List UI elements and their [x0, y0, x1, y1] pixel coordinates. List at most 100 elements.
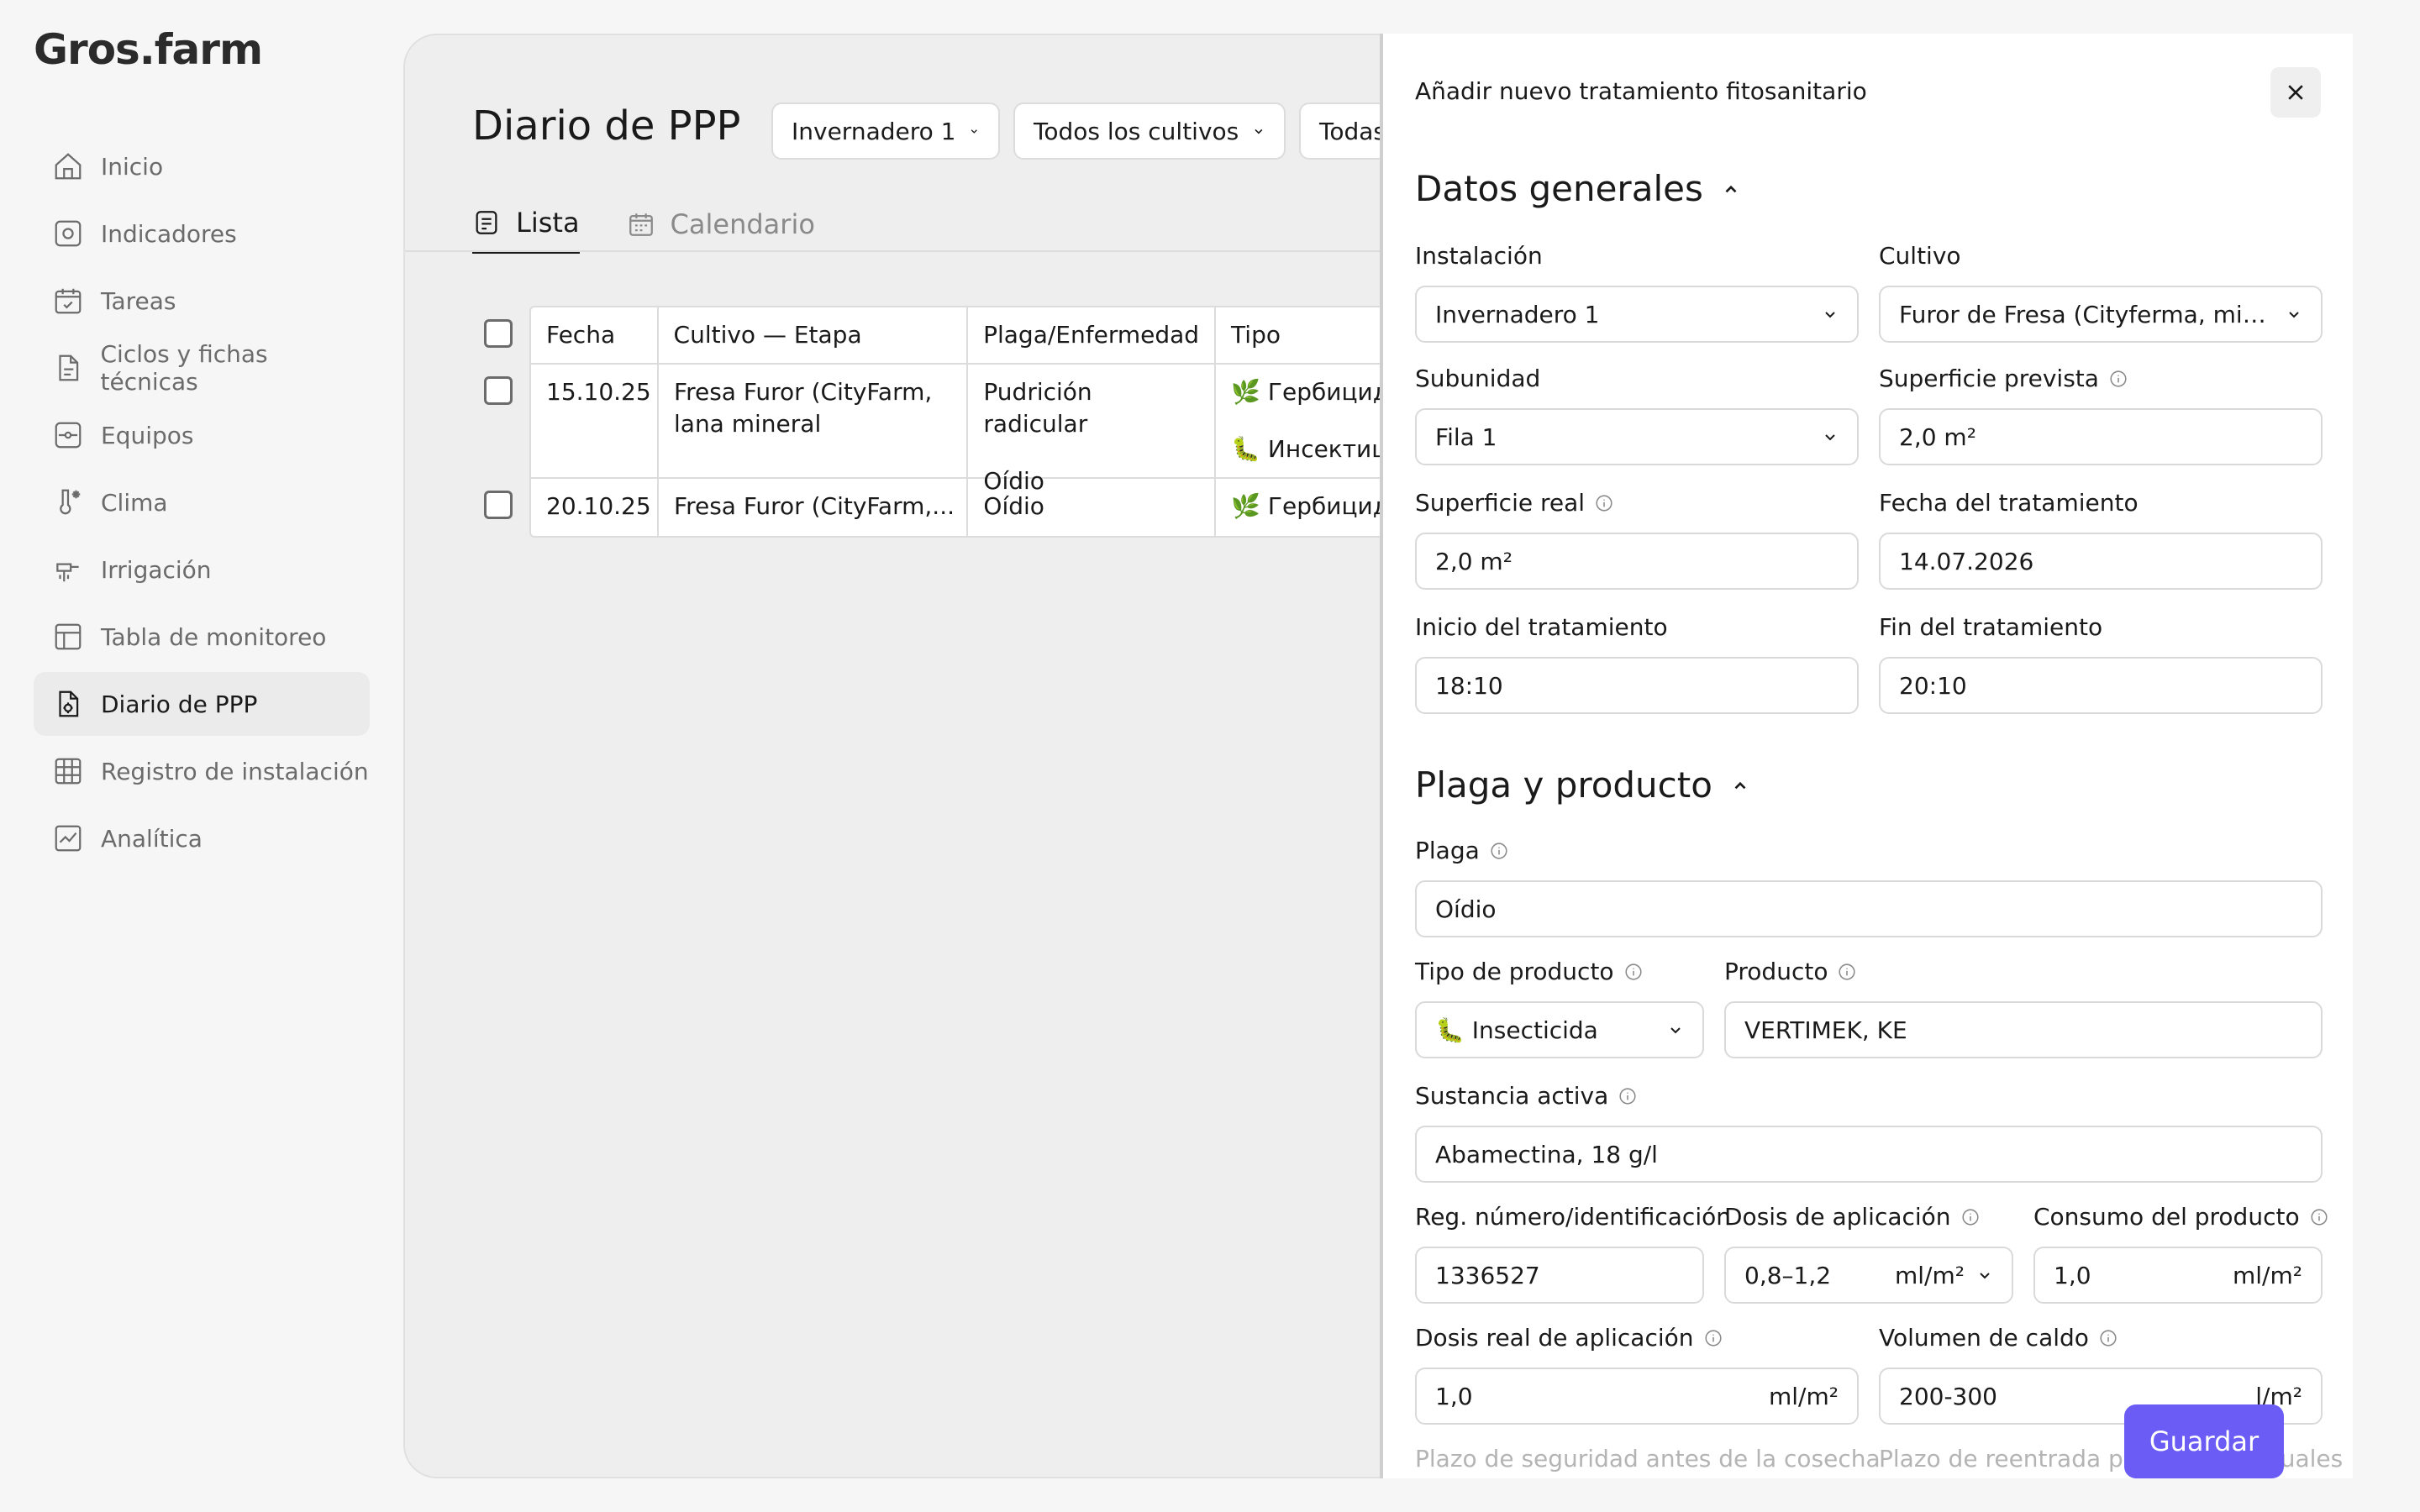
field-value: Furor de Fresa (Cityferma, mine... — [1899, 300, 2274, 328]
info-icon[interactable] — [1704, 1329, 1723, 1347]
info-icon[interactable] — [2310, 1208, 2328, 1226]
crop-cell: Fresa Furor (CityFarm, lana mineral — [659, 365, 969, 477]
app-logo: Gros.farm — [34, 25, 263, 74]
info-icon[interactable] — [1618, 1087, 1637, 1105]
installation-label: Instalación — [1415, 242, 1543, 270]
thermometer-icon — [50, 485, 86, 520]
row-checkbox[interactable] — [484, 491, 513, 519]
crop-select[interactable]: Furor de Fresa (Cityferma, mine... — [1879, 286, 2323, 343]
sidebar-item-analitica[interactable]: Analítica — [34, 806, 370, 870]
list-icon — [476, 211, 497, 234]
field-value: 1,0 — [2054, 1261, 2091, 1289]
row-checkbox[interactable] — [484, 376, 513, 405]
active-substance-input[interactable]: Abamectina, 18 g/l — [1415, 1126, 2323, 1183]
panel-title: Añadir nuevo tratamiento fitosanitario — [1415, 77, 1867, 105]
view-tabs: Lista Calendario — [472, 195, 862, 254]
sidebar-item-label: Tabla de monitoreo — [101, 622, 327, 651]
date-cell: 15.10.25 — [531, 365, 659, 477]
column-header[interactable]: Fecha — [531, 307, 659, 363]
start-time-label: Inicio del tratamiento — [1415, 613, 1668, 641]
info-icon[interactable] — [1624, 963, 1643, 981]
sidebar-item-tabla-monitoreo[interactable]: Tabla de monitoreo — [34, 605, 370, 669]
spray-volume-label: Volumen de caldo — [1879, 1324, 2118, 1352]
pest-value: Pudrición radicular — [983, 378, 1092, 438]
equipment-icon — [50, 417, 86, 453]
sidebar-item-registro[interactable]: Registro de instalación — [34, 739, 370, 803]
sidebar-item-inicio[interactable]: Inicio — [34, 134, 370, 198]
section-title: Datos generales — [1415, 168, 1703, 209]
column-header[interactable]: Plaga/Enfermedad — [968, 307, 1217, 363]
close-icon — [2288, 85, 2303, 100]
sidebar-item-irrigacion[interactable]: Irrigación — [34, 538, 370, 601]
chevron-down-icon — [1670, 1027, 1681, 1034]
select-all-checkbox[interactable] — [484, 319, 513, 348]
info-icon[interactable] — [1490, 842, 1508, 860]
safety-interval-label: Plazo de seguridad antes de la cosecha — [1415, 1445, 1881, 1473]
close-button[interactable] — [2270, 67, 2321, 118]
document-icon — [50, 350, 86, 386]
end-time-input[interactable]: 20:10 — [1879, 657, 2323, 714]
add-treatment-panel: Añadir nuevo tratamiento fitosanitario D… — [1380, 34, 2353, 1478]
sidebar-item-label: Ciclos y fichas técnicas — [100, 340, 268, 396]
crop-cell: Fresa Furor (CityFarm,... — [659, 479, 969, 536]
field-value: 14.07.2026 — [1899, 547, 2034, 575]
consumption-input[interactable]: 1,0 ml/m² — [2033, 1247, 2323, 1304]
dose-input[interactable]: 0,8–1,2 ml/m² — [1724, 1247, 2013, 1304]
sidebar-item-tareas[interactable]: Tareas — [34, 269, 370, 333]
sidebar-item-ciclos[interactable]: Ciclos y fichas técnicas — [34, 336, 370, 400]
installation-select[interactable]: Invernadero 1 — [1415, 286, 1859, 343]
chevron-up-icon — [1734, 781, 1746, 789]
sidebar-item-diario-ppp[interactable]: Diario de PPP — [34, 672, 370, 736]
sidebar-item-equipos[interactable]: Equipos — [34, 403, 370, 467]
sidebar-item-clima[interactable]: Clima — [34, 470, 370, 534]
sidebar-item-label: Diario de PPP — [101, 690, 258, 718]
section-pest-product[interactable]: Plaga y producto — [1415, 764, 1749, 806]
field-value: Invernadero 1 — [1435, 300, 1600, 328]
subunit-select[interactable]: Fila 1 — [1415, 408, 1859, 465]
end-time-label: Fin del tratamiento — [1879, 613, 2103, 641]
info-icon[interactable] — [2109, 370, 2128, 388]
product-input[interactable]: VERTIMEK, KE — [1724, 1001, 2323, 1058]
consumption-label: Consumo del producto — [2033, 1203, 2328, 1231]
treatment-date-input[interactable]: 14.07.2026 — [1879, 533, 2323, 590]
product-type-select[interactable]: 🐛 Insecticida — [1415, 1001, 1704, 1058]
crop-filter[interactable]: Todos los cultivos — [1013, 102, 1286, 160]
info-icon[interactable] — [1961, 1208, 1980, 1226]
field-value: Oídio — [1435, 895, 1497, 923]
sidebar-item-indicadores[interactable]: Indicadores — [34, 202, 370, 265]
real-area-input[interactable]: 2,0 m² — [1415, 533, 1859, 590]
reentry-interval-label: Plazo de reentrada par — [1879, 1445, 2148, 1473]
pest-cell: Pudrición radicular Oídio — [968, 365, 1217, 495]
real-dose-input[interactable]: 1,0 ml/m² — [1415, 1368, 1859, 1425]
chevron-down-icon — [1825, 312, 1835, 318]
table-row[interactable]: 15.10.25 Fresa Furor (CityFarm, lana min… — [531, 365, 1452, 495]
info-icon[interactable] — [1595, 494, 1613, 512]
chevron-down-icon — [1980, 1273, 1990, 1279]
sidebar-item-label: Clima — [101, 488, 168, 517]
diary-icon — [50, 686, 86, 722]
product-type-label: Tipo de producto — [1415, 958, 1643, 985]
info-icon[interactable] — [2099, 1329, 2118, 1347]
installation-filter[interactable]: Invernadero 1 — [771, 102, 1000, 160]
dose-label: Dosis de aplicación — [1724, 1203, 1980, 1231]
pest-input[interactable]: Oídio — [1415, 880, 2323, 937]
reg-number-input[interactable]: 1336527 — [1415, 1247, 1704, 1304]
save-button[interactable]: Guardar — [2124, 1404, 2284, 1478]
info-icon[interactable] — [1838, 963, 1856, 981]
column-header[interactable]: Cultivo — Etapa — [659, 307, 969, 363]
table-row[interactable]: 20.10.25 Fresa Furor (CityFarm,... Oídio… — [531, 479, 1452, 536]
tab-lista[interactable]: Lista — [472, 195, 580, 254]
unit-label: ml/m² — [1769, 1382, 1839, 1410]
field-value: 1,0 — [1435, 1382, 1473, 1410]
section-general[interactable]: Datos generales — [1415, 168, 1740, 209]
field-value: 0,8–1,2 — [1744, 1261, 1832, 1289]
tab-calendario[interactable]: Calendario — [627, 195, 815, 254]
unit-select[interactable]: ml/m² — [1895, 1262, 1965, 1289]
planned-area-input[interactable]: 2,0 m² — [1879, 408, 2323, 465]
filter-value: Todos los cultivos — [1034, 117, 1239, 145]
field-value: 20:10 — [1899, 671, 1967, 700]
start-time-input[interactable]: 18:10 — [1415, 657, 1859, 714]
section-title: Plaga y producto — [1415, 764, 1712, 806]
field-value: 18:10 — [1435, 671, 1503, 700]
field-value: VERTIMEK, KE — [1744, 1016, 1907, 1044]
